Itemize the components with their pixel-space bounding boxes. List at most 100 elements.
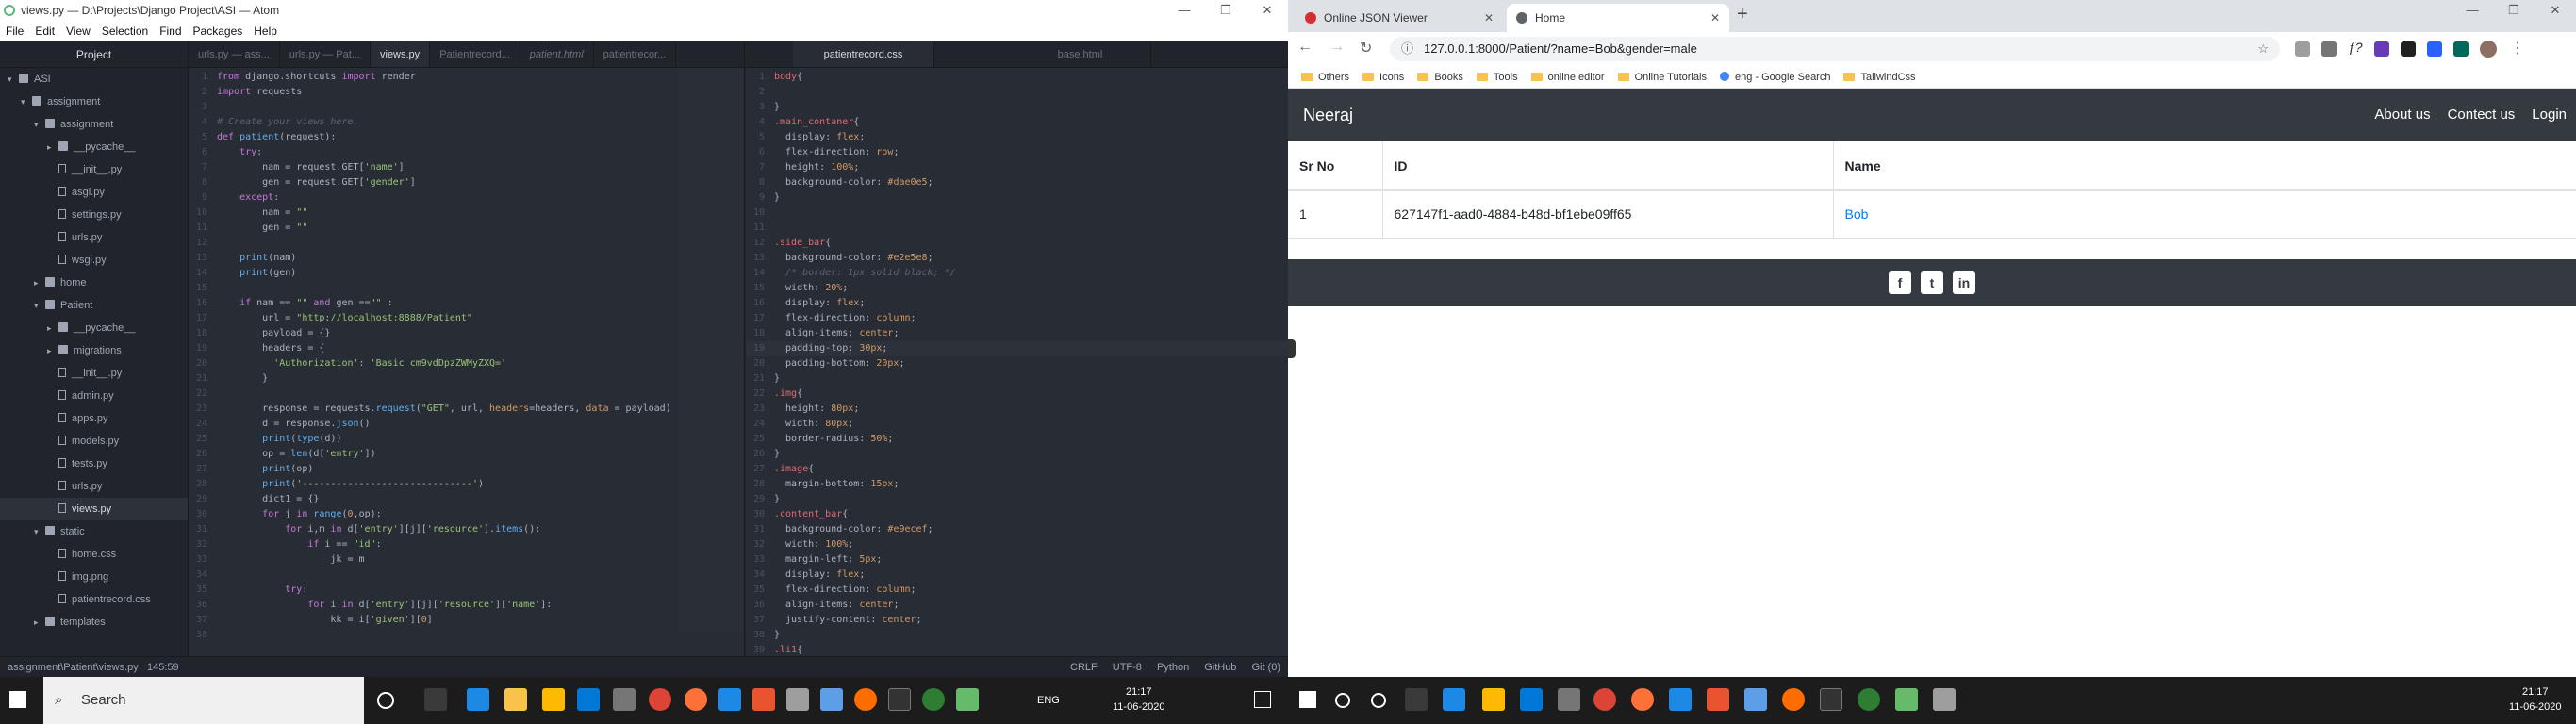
extension-icon-2[interactable] (2321, 41, 2337, 57)
code-views-py[interactable]: 1 from django.shortcuts import render 2 im… (189, 68, 744, 643)
app-icon-4[interactable] (854, 688, 877, 711)
mail-icon[interactable] (577, 688, 600, 711)
task-view-icon[interactable] (1405, 688, 1428, 711)
terminal-icon[interactable] (888, 688, 911, 711)
tree-item[interactable]: urls.py (0, 226, 188, 249)
app-icon-5[interactable] (1933, 688, 1956, 711)
firefox-icon[interactable] (1631, 688, 1654, 711)
status-cursor[interactable]: 145:59 (147, 662, 179, 673)
tree-item[interactable]: views.py (0, 498, 188, 520)
windows-start-icon[interactable] (9, 691, 26, 708)
tree-item[interactable]: models.py (0, 430, 188, 452)
edge-icon[interactable] (1443, 688, 1465, 711)
nav-about[interactable]: About us (2374, 107, 2430, 123)
tree-item[interactable]: ▾ assignment (0, 113, 188, 136)
app-icon-2[interactable] (1744, 688, 1767, 711)
chrome-icon[interactable] (649, 688, 671, 711)
windows-start-icon[interactable] (1299, 691, 1316, 708)
bookmark-item[interactable]: Tools (1476, 66, 1518, 89)
firefox-icon[interactable] (685, 688, 707, 711)
collapse-handle[interactable] (1288, 339, 1296, 358)
twitter-icon[interactable]: t (1921, 272, 1943, 294)
close-icon[interactable]: ✕ (2535, 0, 2576, 21)
menu-kebab-icon[interactable]: ⋮ (2510, 39, 2525, 58)
maximize-icon[interactable]: ❐ (2493, 0, 2535, 21)
tree-item[interactable]: home.css (0, 543, 188, 566)
facebook-icon[interactable]: f (1889, 272, 1911, 294)
status-encoding[interactable]: UTF-8 (1113, 662, 1142, 673)
app-icon-1[interactable] (718, 688, 741, 711)
xampp-icon[interactable] (752, 688, 775, 711)
app-icon-4[interactable] (1858, 688, 1880, 711)
tree-item[interactable]: patientrecord.css (0, 588, 188, 611)
file-explorer-icon[interactable] (504, 688, 527, 711)
bookmark-item[interactable]: Icons (1362, 66, 1404, 89)
menu-view[interactable]: View (60, 21, 96, 41)
avatar[interactable] (2480, 41, 2497, 58)
status-line-ending[interactable]: CRLF (1070, 662, 1098, 673)
tree-item[interactable]: settings.py (0, 204, 188, 226)
extension-icon-5[interactable] (2401, 41, 2416, 57)
menu-packages[interactable]: Packages (188, 21, 249, 41)
bookmark-item[interactable]: TailwindCss (1843, 66, 1916, 89)
tree-item[interactable]: wsgi.py (0, 249, 188, 272)
task-view-icon[interactable] (424, 688, 447, 711)
tray-lang[interactable]: ENG (1037, 677, 1060, 724)
editor-tab[interactable]: urls.py — Pat... (280, 41, 371, 67)
bookmark-item[interactable]: Books (1417, 66, 1463, 89)
editor-tab[interactable]: urls.py — ass... (189, 41, 280, 67)
tree-item[interactable]: ▾ Patient (0, 294, 188, 317)
bookmark-item[interactable]: Others (1301, 66, 1349, 89)
atom-taskbar-icon[interactable] (956, 688, 979, 711)
tree-item[interactable]: ▸ __pycache__ (0, 136, 188, 158)
taskbar-search-box[interactable]: ⌕ Search (43, 677, 364, 724)
extension-icon-7[interactable] (2453, 41, 2469, 57)
tree-item[interactable]: ▾ assignment (0, 90, 188, 113)
menu-selection[interactable]: Selection (96, 21, 154, 41)
store-icon[interactable] (542, 688, 565, 711)
nav-contact[interactable]: Contect us (2448, 107, 2516, 123)
app-icon-3[interactable] (820, 688, 843, 711)
tree-item[interactable]: urls.py (0, 475, 188, 498)
close-icon[interactable]: ✕ (1247, 0, 1288, 21)
editor-tab[interactable]: base.html (1010, 41, 1151, 67)
info-icon[interactable]: ⓘ (1401, 37, 1413, 61)
search-icon[interactable] (1335, 693, 1350, 708)
close-tab-icon[interactable]: ✕ (1484, 4, 1494, 32)
app-icon-3[interactable] (1782, 688, 1805, 711)
minimize-icon[interactable]: — (1164, 0, 1205, 21)
back-icon[interactable]: ← (1297, 39, 1313, 56)
tree-item[interactable]: ▸ migrations (0, 339, 188, 362)
app-icon-1[interactable] (1669, 688, 1692, 711)
tree-item[interactable]: apps.py (0, 407, 188, 430)
site-brand[interactable]: Neeraj (1303, 89, 1353, 141)
menu-file[interactable]: File (0, 21, 29, 41)
status-grammar[interactable]: Python (1157, 662, 1189, 673)
bookmark-item[interactable]: eng - Google Search (1719, 66, 1830, 89)
status-github[interactable]: GitHub (1204, 662, 1236, 673)
edge-icon[interactable] (467, 688, 489, 711)
status-path[interactable]: assignment\Patient\views.py (8, 662, 139, 673)
menu-find[interactable]: Find (154, 21, 187, 41)
tree-item[interactable]: ▸ templates (0, 611, 188, 634)
editor-pane-views[interactable]: urls.py — ass... urls.py — Pat... views.py… (189, 41, 745, 656)
tree-item[interactable]: ▾ ASI (0, 68, 188, 90)
new-tab-icon[interactable]: + (1737, 4, 1748, 25)
code-patientrecord-css[interactable]: 1 body{ 2 3} 4 .main_contaner{ 5 display: … (746, 68, 1288, 658)
app-icon-5[interactable] (922, 688, 945, 711)
bookmark-item[interactable]: online editor (1530, 66, 1605, 89)
cortana-icon[interactable] (1371, 693, 1386, 708)
store-icon[interactable] (1482, 688, 1505, 711)
cell-name-link[interactable]: Bob (1832, 190, 2576, 239)
tree-item[interactable]: ▸ __pycache__ (0, 317, 188, 339)
maximize-icon[interactable]: ❐ (1205, 0, 1247, 21)
settings-icon[interactable] (613, 688, 636, 711)
tree-item[interactable]: tests.py (0, 452, 188, 475)
tree-item[interactable]: asgi.py (0, 181, 188, 204)
editor-tab[interactable]: patientrecor... (594, 41, 677, 67)
tree-item[interactable]: __init__.py (0, 362, 188, 385)
tree-item[interactable]: admin.py (0, 385, 188, 407)
extension-icon-6[interactable] (2427, 41, 2442, 57)
cortana-icon[interactable] (377, 692, 394, 709)
tree-item[interactable]: ▾ static (0, 520, 188, 543)
